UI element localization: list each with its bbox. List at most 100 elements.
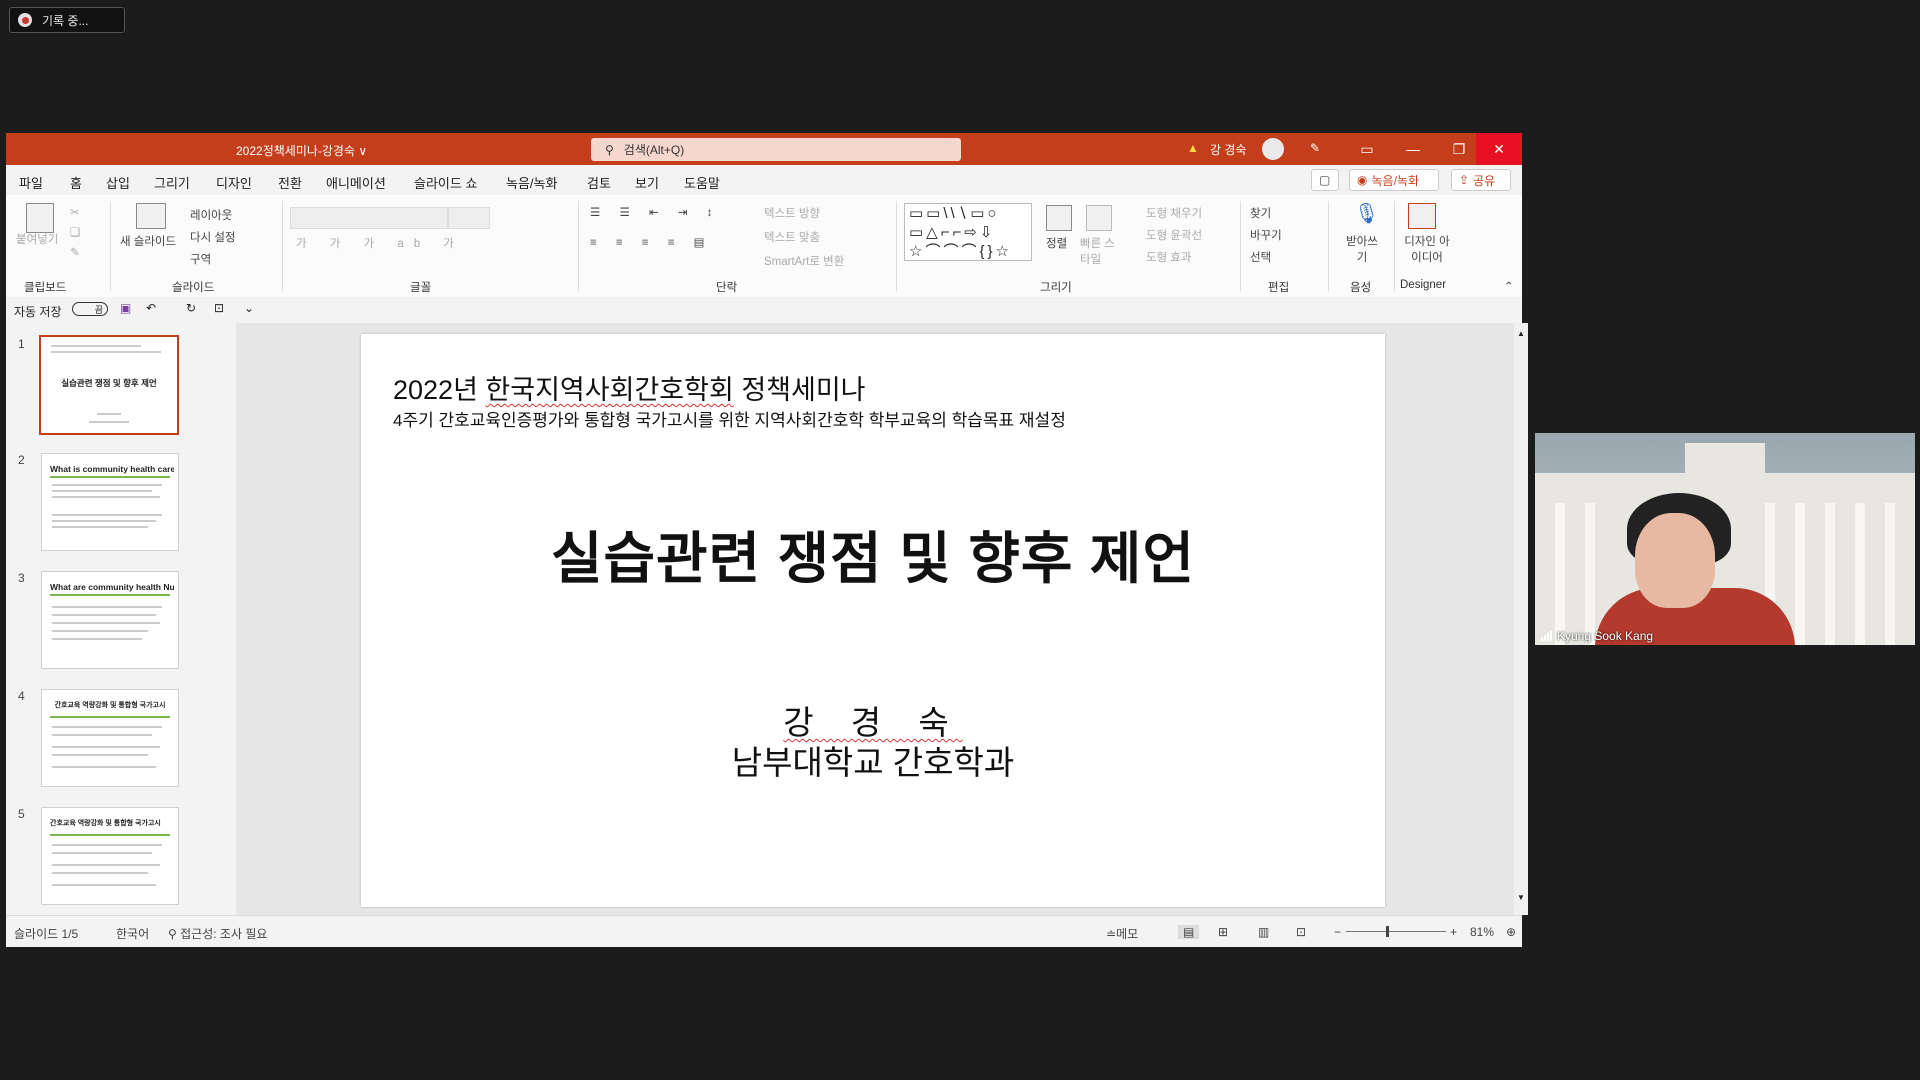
- tab-recording[interactable]: 녹음/녹화: [506, 173, 557, 192]
- undo-icon[interactable]: ↶: [146, 301, 156, 315]
- thumbnail-slide-2[interactable]: What is community health care nursing?: [41, 453, 179, 551]
- replace-button[interactable]: 바꾸기: [1250, 227, 1282, 243]
- participant-name-tag: Kyung Sook Kang: [1541, 629, 1653, 643]
- find-button[interactable]: 찾기: [1250, 205, 1271, 221]
- arrange-icon[interactable]: [1046, 205, 1072, 231]
- new-slide-icon[interactable]: [136, 203, 166, 229]
- shape-outline-button[interactable]: 도형 윤곽선: [1146, 227, 1202, 243]
- user-name[interactable]: 강 경숙: [1210, 141, 1246, 158]
- quick-access-toolbar: 자동 저장 끔 ▣ ↶ ↻ ⊡ ⌄: [6, 297, 1522, 323]
- scroll-up-icon[interactable]: ▲: [1517, 329, 1525, 338]
- thumbnail-slide-5[interactable]: 간호교육 역량강화 및 통합형 국가고시: [41, 807, 179, 905]
- design-ideas-label[interactable]: 디자인 아이디어: [1402, 233, 1452, 265]
- thumb-number: 4: [18, 689, 25, 703]
- tab-slideshow[interactable]: 슬라이드 쇼: [414, 173, 477, 192]
- signal-strength-icon: [1541, 631, 1552, 641]
- autosave-toggle[interactable]: 끔: [72, 302, 108, 316]
- tab-design[interactable]: 디자인: [216, 173, 252, 192]
- normal-view-icon[interactable]: ▤: [1178, 925, 1200, 939]
- tab-review[interactable]: 검토: [587, 173, 611, 192]
- layout-button[interactable]: 레이아웃: [190, 207, 232, 223]
- presenter-affiliation[interactable]: 남부대학교 간호학과: [448, 736, 1298, 784]
- warning-icon[interactable]: ▲: [1187, 141, 1199, 155]
- thumbnail-slide-1[interactable]: 실습관련 쟁점 및 향후 제언: [39, 335, 179, 435]
- quick-styles-icon[interactable]: [1086, 205, 1112, 231]
- slide-heading[interactable]: 2022년 한국지역사회간호학회 정책세미나: [393, 368, 866, 407]
- paste-label[interactable]: 붙여넣기: [16, 231, 58, 247]
- font-size-select[interactable]: [448, 207, 490, 229]
- zoom-level[interactable]: 81%: [1470, 925, 1494, 939]
- designer-icon[interactable]: [1408, 203, 1436, 229]
- document-title[interactable]: 2022정책세미나-강경숙 ∨: [236, 142, 367, 159]
- cut-icon[interactable]: ✂: [70, 205, 80, 219]
- zoom-out-icon[interactable]: −: [1334, 925, 1341, 939]
- share-button[interactable]: ⇪ 공유: [1451, 169, 1511, 191]
- smartart-button[interactable]: SmartArt로 변환: [764, 253, 844, 269]
- search-placeholder: 검색(Alt+Q): [623, 143, 685, 157]
- microphone-icon[interactable]: 🎙: [1354, 201, 1379, 226]
- search-icon: ⚲: [605, 142, 614, 157]
- notes-button[interactable]: ≐메모: [1106, 925, 1138, 942]
- zoom-slider[interactable]: [1346, 931, 1446, 932]
- presenter-icon[interactable]: ⊡: [214, 301, 224, 315]
- tab-insert[interactable]: 삽입: [106, 173, 130, 192]
- slide-subtitle[interactable]: 4주기 간호교육인증평가와 통합형 국가고시를 위한 지역사회간호학 학부교육의…: [393, 406, 1066, 431]
- recording-indicator[interactable]: 기록 중...: [9, 7, 125, 33]
- collapse-ribbon-icon[interactable]: ⌃: [1504, 279, 1514, 293]
- thumbnail-slide-3[interactable]: What are community health Nursing practi…: [41, 571, 179, 669]
- current-slide[interactable]: 2022년 한국지역사회간호학회 정책세미나 4주기 간호교육인증평가와 통합형…: [361, 334, 1385, 907]
- close-button[interactable]: ✕: [1476, 133, 1522, 165]
- participant-video[interactable]: Kyung Sook Kang: [1535, 433, 1915, 645]
- minimize-button[interactable]: —: [1390, 133, 1436, 165]
- fit-slide-icon[interactable]: ⊕: [1506, 925, 1516, 939]
- pen-icon[interactable]: ✎: [1310, 141, 1320, 155]
- comment-icon[interactable]: ▢: [1311, 169, 1339, 191]
- customize-qat-icon[interactable]: ⌄: [244, 301, 254, 315]
- arrange-label[interactable]: 정렬: [1046, 235, 1067, 251]
- font-format-icons[interactable]: 가 가 가 ab 가: [296, 235, 464, 251]
- shape-effects-button[interactable]: 도형 효과: [1146, 249, 1192, 265]
- text-direction-button[interactable]: 텍스트 방향: [764, 205, 820, 221]
- section-button[interactable]: 구역: [190, 251, 211, 267]
- tab-draw[interactable]: 그리기: [154, 173, 190, 192]
- accessibility-status[interactable]: ⚲ 접근성: 조사 필요: [168, 925, 267, 942]
- tab-view[interactable]: 보기: [635, 173, 659, 192]
- save-icon[interactable]: ▣: [120, 301, 131, 315]
- editing-group-label: 편집: [1268, 282, 1290, 294]
- align-icons[interactable]: ≡ ≡ ≡ ≡ ▤: [590, 235, 713, 249]
- tab-file[interactable]: 파일: [19, 173, 43, 192]
- language-indicator[interactable]: 한국어: [116, 925, 149, 942]
- thumbnail-slide-4[interactable]: 간호교육 역량강화 및 통합형 국가고시: [41, 689, 179, 787]
- select-button[interactable]: 선택: [1250, 249, 1271, 265]
- slide-title[interactable]: 실습관련 쟁점 및 향후 제언: [453, 514, 1293, 595]
- ribbon-display-icon[interactable]: ▭: [1344, 133, 1390, 165]
- vertical-scrollbar[interactable]: ▲ ▼: [1514, 323, 1528, 915]
- shape-fill-button[interactable]: 도형 채우기: [1146, 205, 1202, 221]
- list-icons[interactable]: ☰ ☰ ⇤ ⇥ ↕: [590, 205, 720, 219]
- zoom-in-icon[interactable]: +: [1450, 925, 1457, 939]
- align-text-button[interactable]: 텍스트 맞춤: [764, 229, 820, 245]
- search-box[interactable]: ⚲ 검색(Alt+Q): [591, 138, 961, 161]
- redo-icon[interactable]: ↻: [186, 301, 196, 315]
- font-name-select[interactable]: [290, 207, 448, 229]
- dictate-label[interactable]: 받아쓰기: [1342, 233, 1382, 265]
- slide-sorter-icon[interactable]: ⊞: [1218, 925, 1228, 939]
- record-button[interactable]: ◉ 녹음/녹화: [1349, 169, 1439, 191]
- quick-styles-label[interactable]: 빠른 스타일: [1080, 235, 1120, 267]
- reading-view-icon[interactable]: ▥: [1258, 925, 1269, 939]
- new-slide-label[interactable]: 새 슬라이드: [120, 233, 176, 249]
- ribbon-tabs: 파일 홈 삽입 그리기 디자인 전환 애니메이션 슬라이드 쇼 녹음/녹화 검토…: [6, 165, 1522, 198]
- reset-button[interactable]: 다시 설정: [190, 229, 236, 245]
- shapes-gallery[interactable]: ▭▭\\∖▭○ ▭△⌐⌐⇨⇩ ☆⌒⌒⌒{}☆: [904, 203, 1032, 261]
- paste-icon[interactable]: [26, 203, 54, 233]
- zoom-slider-thumb[interactable]: [1386, 926, 1389, 937]
- tab-animations[interactable]: 애니메이션: [326, 173, 386, 192]
- thumb-number: 2: [18, 453, 25, 467]
- format-painter-icon[interactable]: ✎: [70, 245, 80, 259]
- avatar[interactable]: [1262, 138, 1284, 160]
- scroll-down-icon[interactable]: ▼: [1517, 893, 1525, 902]
- tab-transitions[interactable]: 전환: [278, 173, 302, 192]
- slideshow-icon[interactable]: ⊡: [1296, 925, 1306, 939]
- copy-icon[interactable]: ❏: [70, 225, 80, 239]
- tab-help[interactable]: 도움말: [684, 173, 720, 192]
